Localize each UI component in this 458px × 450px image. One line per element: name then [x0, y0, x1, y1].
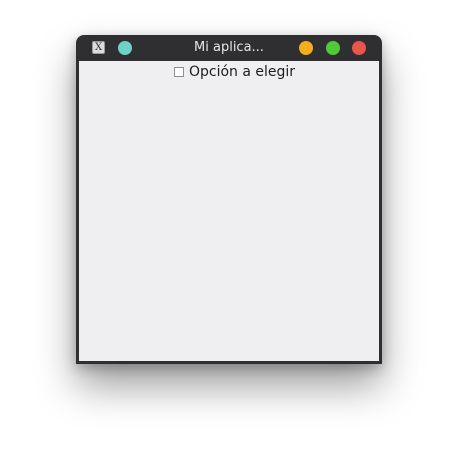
minimize-button[interactable] [299, 41, 313, 55]
sticky-window-button[interactable] [118, 41, 132, 55]
desktop: X Mi aplica... Opción a elegir [0, 0, 458, 450]
window-content: Opción a elegir [79, 61, 379, 361]
x11-app-icon[interactable]: X [92, 41, 105, 54]
option-checkbox[interactable] [174, 67, 184, 77]
option-checkbox-row[interactable]: Opción a elegir [174, 63, 295, 81]
option-checkbox-label[interactable]: Opción a elegir [189, 64, 295, 80]
maximize-button[interactable] [326, 41, 340, 55]
window-title: Mi aplica... [194, 40, 264, 55]
app-window: X Mi aplica... Opción a elegir [76, 35, 382, 364]
app-icon-glyph: X [94, 41, 103, 53]
title-bar[interactable]: X Mi aplica... [76, 35, 382, 61]
close-button[interactable] [352, 41, 366, 55]
